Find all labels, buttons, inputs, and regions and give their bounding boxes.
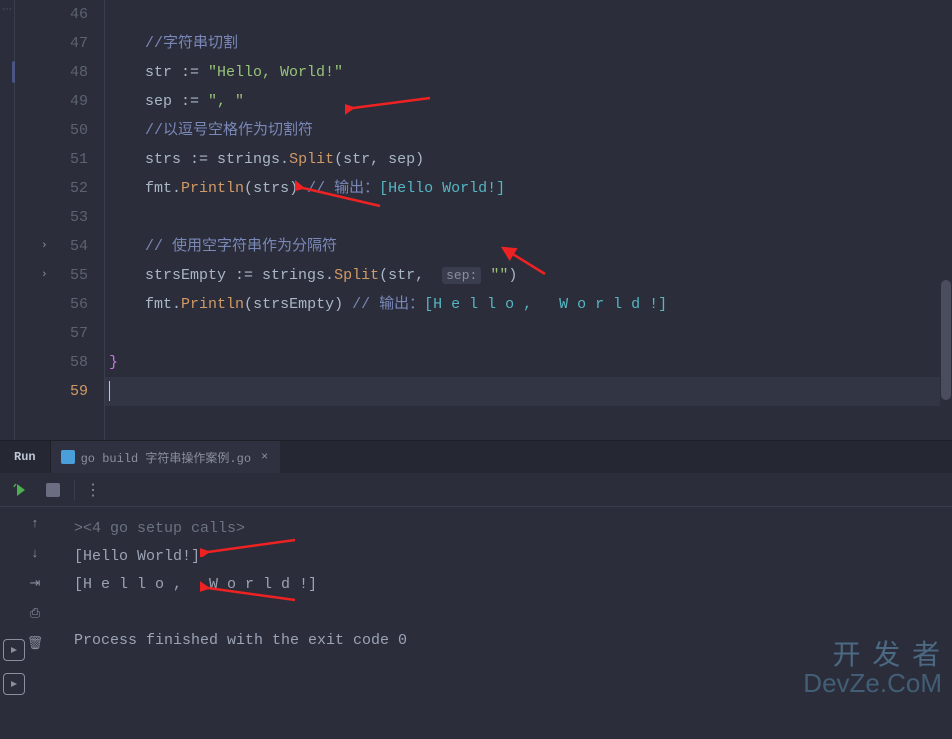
comment: //字符串切割 — [145, 35, 238, 52]
rerun-button[interactable] — [10, 479, 32, 501]
comment: // 使用空字符串作为分隔符 — [145, 238, 337, 255]
vertical-scrollbar[interactable] — [940, 0, 952, 440]
line-number: 53 — [57, 203, 88, 232]
run-tab-button[interactable]: Run — [0, 441, 51, 473]
tool-window-button[interactable] — [3, 673, 25, 695]
code-line[interactable]: strsEmpty := strings.Split(str, sep: "") — [105, 261, 952, 290]
line-number: 54 — [57, 232, 88, 261]
code-line[interactable] — [105, 319, 952, 348]
line-number: 57 — [57, 319, 88, 348]
run-tab-bar: Run go build 字符串操作案例.go × — [0, 441, 952, 473]
code-line[interactable]: str := "Hello, World!" — [105, 58, 952, 87]
line-number: 46 — [57, 0, 88, 29]
run-tool-window: Run go build 字符串操作案例.go × ⋮ ↑ ↓ ⇥ ⎙ 🗑 ><… — [0, 440, 952, 705]
editor-margin: ⋯ — [0, 0, 15, 440]
parameter-hint: sep: — [442, 267, 481, 284]
code-line[interactable]: //以逗号空格作为切割符 — [105, 116, 952, 145]
code-line[interactable]: fmt.Println(strs) // 输出：[Hello World!] — [105, 174, 952, 203]
fold-column: › › — [15, 0, 57, 440]
scrollbar-thumb[interactable] — [941, 280, 951, 400]
code-editor[interactable]: ⋯ › › 46 47 48 49 50 51 52 53 54 55 56 5… — [0, 0, 952, 440]
comment: //以逗号空格作为切割符 — [145, 122, 313, 139]
run-config-label: go build 字符串操作案例.go — [81, 449, 251, 466]
clear-icon[interactable]: 🗑 — [25, 633, 45, 653]
fold-chevron-icon[interactable]: > — [74, 520, 83, 537]
margin-dots: ⋯ — [0, 4, 12, 16]
line-number: 58 — [57, 348, 88, 377]
console-body: ↑ ↓ ⇥ ⎙ 🗑 ><4 go setup calls> [Hello Wor… — [0, 507, 952, 706]
code-line[interactable]: fmt.Println(strsEmpty) // 输出：[H e l l o … — [105, 290, 952, 319]
code-line[interactable]: } — [105, 348, 952, 377]
soft-wrap-icon[interactable]: ⇥ — [25, 573, 45, 593]
console-output[interactable]: ><4 go setup calls> [Hello World!] [H e … — [70, 507, 952, 706]
code-line[interactable]: strs := strings.Split(str, sep) — [105, 145, 952, 174]
line-number: 48 — [57, 58, 88, 87]
line-number: 56 — [57, 290, 88, 319]
line-number: 51 — [57, 145, 88, 174]
run-toolbar: ⋮ — [0, 473, 952, 507]
code-content[interactable]: //字符串切割 str := "Hello, World!" sep := ",… — [105, 0, 952, 440]
text-cursor — [109, 381, 110, 401]
code-line[interactable]: //字符串切割 — [105, 29, 952, 58]
output-line: [Hello World!] — [74, 548, 200, 565]
line-number: 49 — [57, 87, 88, 116]
more-actions-button[interactable]: ⋮ — [85, 480, 102, 500]
line-number-gutter: 46 47 48 49 50 51 52 53 54 55 56 57 58 5… — [57, 0, 105, 440]
line-number-current: 59 — [57, 377, 88, 406]
code-line[interactable] — [105, 203, 952, 232]
close-icon[interactable]: × — [257, 450, 272, 464]
scroll-down-icon[interactable]: ↓ — [25, 543, 45, 563]
code-line-current[interactable] — [105, 377, 952, 406]
stop-button[interactable] — [42, 479, 64, 501]
code-line[interactable]: // 使用空字符串作为分隔符 — [105, 232, 952, 261]
line-number: 50 — [57, 116, 88, 145]
line-number: 55 — [57, 261, 88, 290]
output-exit: Process finished with the exit code 0 — [74, 632, 407, 649]
go-file-icon — [61, 450, 75, 464]
left-rail — [0, 639, 28, 705]
annotation-arrow-icon — [200, 580, 300, 605]
run-config-tab[interactable]: go build 字符串操作案例.go × — [51, 441, 281, 473]
code-line[interactable]: sep := ", " — [105, 87, 952, 116]
separator — [74, 480, 75, 500]
annotation-arrow-icon — [200, 532, 300, 557]
line-number: 52 — [57, 174, 88, 203]
fold-chevron-icon[interactable]: › — [41, 269, 48, 281]
code-line[interactable] — [105, 0, 952, 29]
print-icon[interactable]: ⎙ — [25, 603, 45, 623]
line-number: 47 — [57, 29, 88, 58]
tool-window-button[interactable] — [3, 639, 25, 661]
fold-chevron-icon[interactable]: › — [41, 240, 48, 252]
scroll-up-icon[interactable]: ↑ — [25, 513, 45, 533]
